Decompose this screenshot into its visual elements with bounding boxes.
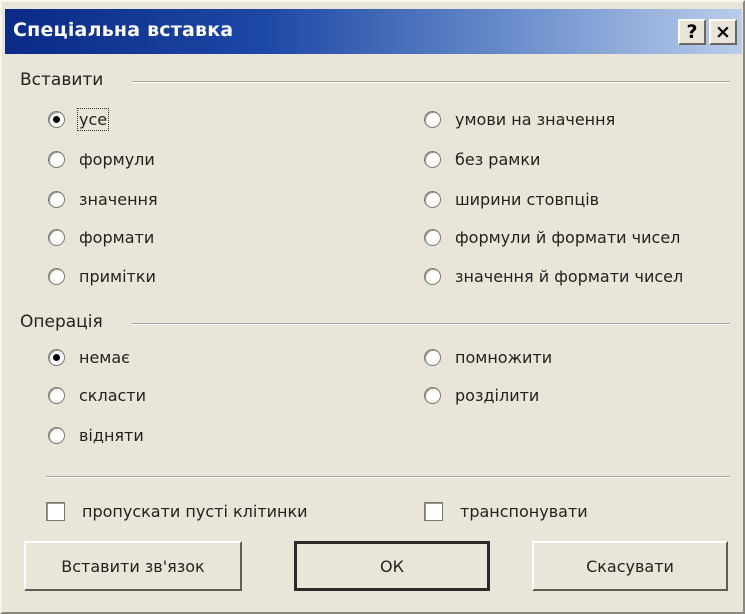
help-button[interactable]: ? [678, 19, 706, 45]
cancel-button[interactable]: Скасувати [532, 541, 728, 591]
operation-option-subtract[interactable]: відняти [48, 422, 144, 448]
paste-option-values-number-formats[interactable]: значення й формати чисел [424, 263, 683, 289]
paste-option-column-widths[interactable]: ширини стовпців [424, 186, 599, 212]
paste-option-formulas[interactable]: формули [48, 146, 155, 172]
radio-icon [424, 267, 441, 285]
operation-option-label: помножити [455, 347, 553, 367]
skip-blanks-checkbox[interactable]: пропускати пусті клітинки [46, 498, 308, 524]
paste-option-label: значення [79, 189, 158, 209]
radio-icon [48, 150, 65, 168]
paste-option-label: усе [76, 107, 110, 131]
radio-icon [424, 348, 441, 366]
radio-icon [424, 228, 441, 246]
radio-icon [48, 426, 65, 444]
operation-option-add[interactable]: скласти [48, 382, 146, 408]
title-bar[interactable]: Спеціальна вставка ? × [5, 9, 742, 54]
operation-option-label: немає [79, 347, 130, 367]
paste-option-values[interactable]: значення [48, 186, 158, 212]
checkbox-icon [46, 501, 65, 521]
paste-option-label: формули й формати чисел [455, 227, 681, 247]
paste-option-label: ширини стовпців [455, 189, 600, 209]
paste-option-validation[interactable]: умови на значення [424, 106, 615, 132]
paste-option-label: без рамки [455, 149, 541, 169]
transpose-checkbox[interactable]: транспонувати [424, 498, 588, 524]
close-button[interactable]: × [709, 19, 737, 45]
radio-icon [48, 228, 65, 246]
radio-icon [424, 386, 441, 404]
ok-button[interactable]: ОК [294, 541, 490, 591]
radio-icon [424, 110, 441, 128]
paste-option-label: формати [79, 227, 155, 247]
operation-option-divide[interactable]: розділити [424, 382, 539, 408]
radio-icon [424, 150, 441, 168]
paste-group-label: Вставити [20, 70, 104, 90]
paste-special-dialog: Спеціальна вставка ? × Вставити усе форм… [0, 0, 745, 614]
radio-icon [424, 190, 441, 208]
paste-option-all[interactable]: усе [48, 106, 110, 132]
paste-option-label: примітки [79, 266, 156, 286]
operation-option-label: відняти [79, 425, 144, 445]
paste-option-formulas-number-formats[interactable]: формули й формати чисел [424, 224, 680, 250]
operation-group-label: Операція [20, 312, 103, 332]
operation-option-none[interactable]: немає [48, 344, 130, 370]
skip-blanks-label: пропускати пусті клітинки [82, 501, 308, 521]
paste-option-comments[interactable]: примітки [48, 263, 156, 289]
checkbox-divider [46, 476, 730, 478]
operation-option-multiply[interactable]: помножити [424, 344, 552, 370]
transpose-label: транспонувати [460, 501, 588, 521]
radio-icon [48, 267, 65, 285]
operation-group-divider [132, 323, 730, 325]
operation-option-label: скласти [79, 385, 147, 405]
operation-option-label: розділити [455, 385, 540, 405]
radio-icon [48, 386, 65, 404]
paste-group-divider [132, 81, 730, 83]
paste-option-label: значення й формати чисел [455, 266, 684, 286]
radio-icon [48, 348, 65, 366]
radio-icon [48, 110, 65, 128]
paste-link-button[interactable]: Вставити зв'язок [24, 541, 242, 591]
paste-option-label: умови на значення [455, 109, 616, 129]
paste-option-no-borders[interactable]: без рамки [424, 146, 540, 172]
paste-option-formats[interactable]: формати [48, 224, 154, 250]
checkbox-icon [424, 501, 443, 521]
dialog-title: Спеціальна вставка [13, 19, 234, 41]
radio-icon [48, 190, 65, 208]
paste-option-label: формули [79, 149, 155, 169]
